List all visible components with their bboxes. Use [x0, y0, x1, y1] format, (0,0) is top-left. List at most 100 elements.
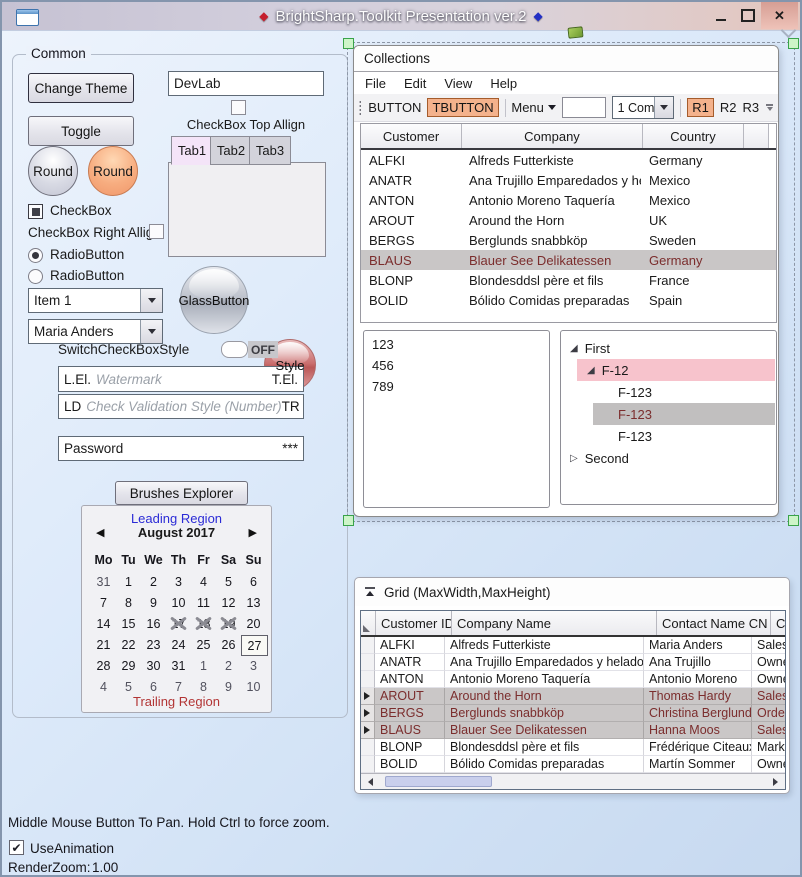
menu-help[interactable]: Help [481, 76, 526, 91]
table-row-selected[interactable]: BERGSBerglunds snabbköpChristina Berglun… [361, 705, 785, 722]
list-item[interactable]: 789 [364, 376, 549, 397]
toolbar-toggle-button[interactable]: TBUTTON [427, 98, 498, 117]
watermark-textbox[interactable]: L.El. Watermark T.El. [58, 366, 304, 392]
calendar-day[interactable]: 5 [216, 572, 241, 591]
column-header-contact-title[interactable]: Cont [771, 611, 785, 635]
toolbar-radio-r2[interactable]: R2 [720, 100, 737, 115]
scroll-left-icon[interactable] [368, 778, 373, 786]
calendar-day-today[interactable]: 27 [241, 635, 268, 656]
calendar-day[interactable]: 13 [241, 593, 266, 612]
calendar-day[interactable]: 8 [116, 593, 141, 612]
calendar-day[interactable]: 1 [191, 656, 216, 675]
toolbar-combobox[interactable]: 1 Com [612, 96, 675, 119]
combobox-item1[interactable]: Item 1 [28, 288, 163, 313]
table-row[interactable]: ANTONAntonio Moreno TaqueríaMexico [361, 190, 776, 210]
toggle-button[interactable]: Toggle [28, 116, 134, 146]
calendar-day[interactable]: 10 [166, 593, 191, 612]
combobox-item1-arrow[interactable] [140, 289, 162, 312]
calendar-day[interactable]: 4 [191, 572, 216, 591]
calendar-day[interactable]: 31 [166, 656, 191, 675]
toolbar-radio-r3[interactable]: R3 [742, 100, 759, 115]
resize-handle-bottom-left[interactable] [343, 515, 354, 526]
scroll-right-icon[interactable] [773, 778, 778, 786]
calendar-day[interactable]: 15 [116, 614, 141, 633]
calendar-day[interactable]: 24 [166, 635, 191, 654]
move-handle-icon[interactable] [567, 26, 583, 39]
table-row-selected[interactable]: AROUTAround the HornThomas HardySales [361, 688, 785, 705]
toolbar-grip[interactable] [359, 100, 361, 115]
resize-handle-top-left[interactable] [343, 38, 354, 49]
checkbox-right-align[interactable] [149, 224, 164, 239]
switch-thumb[interactable] [221, 341, 248, 358]
calendar-next-button[interactable]: ▶ [249, 526, 257, 539]
devlab-textbox[interactable]: DevLab [168, 71, 324, 96]
checkbox-checked[interactable] [28, 204, 43, 219]
column-header-customer-id[interactable]: Customer ID [376, 611, 452, 635]
column-header-company-name[interactable]: Company Name [452, 611, 657, 635]
calendar-day[interactable]: 29 [116, 656, 141, 675]
close-button[interactable]: ✕ [761, 2, 798, 29]
use-animation-checkbox[interactable]: ✔ [9, 840, 24, 855]
combobox-maria-arrow[interactable] [140, 320, 162, 343]
calendar-day[interactable]: 1 [116, 572, 141, 591]
brushes-explorer-button[interactable]: Brushes Explorer [115, 481, 248, 505]
calendar-day[interactable]: 12 [216, 593, 241, 612]
table-row[interactable]: BLONPBlondesddsl père et filsFrance [361, 270, 776, 290]
table-row[interactable]: BOLIDBólido Comidas preparadasSpain [361, 290, 776, 310]
maximize-button[interactable] [734, 2, 761, 29]
calendar-day[interactable]: 3 [166, 572, 191, 591]
table-row[interactable]: BOLIDBólido Comidas preparadasMartín Som… [361, 756, 785, 773]
list-item[interactable]: 456 [364, 355, 549, 376]
calendar-day[interactable]: 14 [91, 614, 116, 633]
calendar-day[interactable]: 2 [141, 572, 166, 591]
tree-item-f123-selected[interactable]: F-123 [593, 403, 775, 425]
calendar-day[interactable]: 16 [141, 614, 166, 633]
table-row[interactable]: ANTONAntonio Moreno TaqueríaAntonio More… [361, 671, 785, 688]
calendar-day[interactable]: 20 [241, 614, 266, 633]
select-all-corner[interactable] [361, 611, 376, 635]
toolbar-combobox-arrow[interactable] [654, 97, 673, 118]
calendar-day[interactable]: 9 [141, 593, 166, 612]
expander-header[interactable]: Grid (MaxWidth,MaxHeight) [355, 578, 789, 606]
table-row[interactable]: BLONPBlondesddsl père et filsFrédérique … [361, 739, 785, 756]
round-button-orange[interactable]: Round [88, 146, 138, 196]
calendar-day[interactable]: 22 [116, 635, 141, 654]
tree-item-f123[interactable]: F-123 [618, 381, 652, 403]
menu-view[interactable]: View [435, 76, 481, 91]
tree-item-first[interactable]: ◢ First [561, 337, 785, 359]
calendar-day[interactable]: 28 [91, 656, 116, 675]
calendar-day[interactable]: 30 [141, 656, 166, 675]
table-row[interactable]: BERGSBerglunds snabbköpSweden [361, 230, 776, 250]
top-align-checkbox[interactable] [231, 100, 246, 115]
calendar-day[interactable]: 23 [141, 635, 166, 654]
toolbar-textbox[interactable] [562, 97, 606, 118]
change-theme-button[interactable]: Change Theme [28, 73, 134, 103]
toolbar-radio-r1[interactable]: R1 [687, 98, 714, 117]
collections-titlebar[interactable]: Collections [354, 46, 778, 72]
calendar-day[interactable]: 26 [216, 635, 241, 654]
calendar-day[interactable]: 2 [216, 656, 241, 675]
expanded-icon[interactable]: ◢ [570, 343, 578, 354]
column-header-company[interactable]: Company [462, 124, 643, 148]
column-header-country[interactable]: Country [643, 124, 744, 148]
collapsed-icon[interactable]: ▷ [570, 453, 578, 464]
column-header-customer[interactable]: Customer [361, 124, 462, 148]
expanded-icon[interactable]: ◢ [587, 365, 595, 376]
horizontal-scrollbar[interactable] [361, 773, 785, 789]
list-item[interactable]: 123 [364, 334, 549, 355]
tab-tab2[interactable]: Tab2 [210, 136, 252, 165]
calendar-day[interactable]: 31 [91, 572, 116, 591]
menu-edit[interactable]: Edit [395, 76, 435, 91]
table-row-selected[interactable]: BLAUSBlauer See DelikatessenHanna MoosSa… [361, 722, 785, 739]
round-button-gray[interactable]: Round [28, 146, 78, 196]
toolbar-button[interactable]: BUTTON [368, 100, 421, 115]
tree-item-f123[interactable]: F-123 [618, 425, 652, 447]
minimize-button[interactable] [707, 2, 734, 29]
calendar-day[interactable]: 6 [241, 572, 266, 591]
resize-handle-bottom-right[interactable] [788, 515, 799, 526]
combobox-maria[interactable]: Maria Anders [28, 319, 163, 344]
validation-textbox[interactable]: LD Check Validation Style (Number) TR [58, 394, 304, 419]
table-row[interactable]: AROUTAround the HornUK [361, 210, 776, 230]
radio-button-selected[interactable] [28, 248, 43, 263]
table-row[interactable]: ALFKIAlfreds FutterkisteGermany [361, 150, 776, 170]
